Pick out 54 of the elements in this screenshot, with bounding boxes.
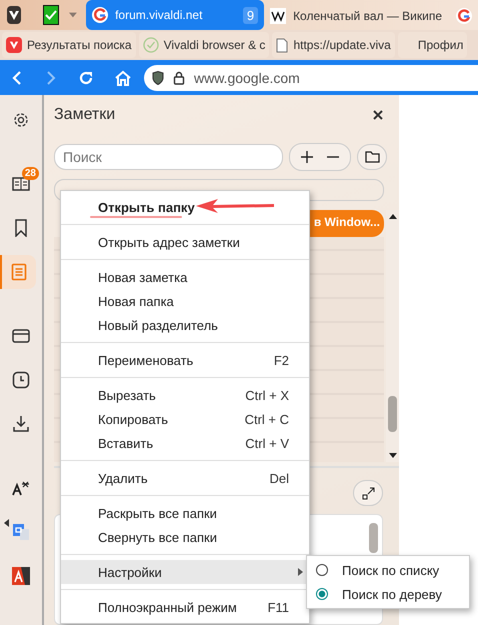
menu-item[interactable]: Вырезать Ctrl + X xyxy=(61,383,309,407)
page-icon xyxy=(276,38,288,52)
address-field[interactable]: www.google.com xyxy=(144,64,478,90)
colored-ring-icon xyxy=(92,7,108,23)
back-icon[interactable] xyxy=(10,70,24,86)
vivaldi-icon xyxy=(6,37,22,53)
reload-icon[interactable] xyxy=(78,70,94,86)
plus-icon xyxy=(301,151,313,163)
zigzag-icon xyxy=(270,8,286,24)
bookmark[interactable]: Результаты поиска xyxy=(2,32,136,58)
expand-button[interactable] xyxy=(353,480,383,506)
search-field[interactable]: Поиск xyxy=(54,144,283,170)
folder-button[interactable] xyxy=(357,144,387,170)
browser-tab[interactable]: Коленчатый вал — Википе xyxy=(264,1,448,30)
collapse-arrow-icon[interactable] xyxy=(4,519,9,527)
book-icon[interactable] xyxy=(12,176,30,192)
menu-item[interactable]: Раскрыть все папки xyxy=(61,501,309,525)
submenu-arrow-icon xyxy=(298,568,303,576)
colored-ring-icon xyxy=(456,8,472,24)
check-circle-icon xyxy=(142,37,159,53)
menu-item[interactable]: Вставить Ctrl + V xyxy=(61,431,309,455)
bookmark[interactable]: Профил xyxy=(398,32,468,58)
menu-item[interactable]: Свернуть все папки xyxy=(61,525,309,549)
menu-item[interactable]: Переименовать F2 xyxy=(61,348,309,372)
checkmark-icon[interactable] xyxy=(43,5,60,25)
menu-item[interactable]: Настройки xyxy=(61,560,309,584)
scrollbar-thumb[interactable] xyxy=(388,396,397,432)
menu-item[interactable]: Полноэкранный режим F11 xyxy=(61,595,309,619)
menu-item[interactable]: Открыть адрес заметки xyxy=(61,230,309,254)
scrollbar-thumb[interactable] xyxy=(369,523,378,553)
bookmark[interactable]: Vivaldi browser & c xyxy=(138,32,270,58)
radio-option[interactable]: Поиск по списку xyxy=(307,558,469,582)
scroll-down-icon[interactable] xyxy=(388,453,396,458)
menu-item[interactable]: Новая папка xyxy=(61,289,309,313)
bookmark[interactable]: https://update.viva xyxy=(272,32,395,58)
count-badge: 28 xyxy=(22,167,39,180)
shield-icon xyxy=(152,70,164,84)
vivaldi-logo-icon[interactable] xyxy=(7,6,22,24)
menu-item[interactable]: Удалить Del xyxy=(61,466,309,490)
home-icon[interactable] xyxy=(114,70,132,86)
expand-icon xyxy=(362,486,374,500)
radio-option[interactable]: Поиск по дереву xyxy=(307,582,469,606)
lock-icon xyxy=(173,70,185,84)
menu-item[interactable]: Новый разделитель xyxy=(61,313,309,337)
menu-item[interactable]: Новая заметка xyxy=(61,265,309,289)
folder-icon xyxy=(364,151,380,163)
browser-tab[interactable]: forum.vivaldi.net 9 xyxy=(86,0,264,30)
dropdown-icon[interactable] xyxy=(69,12,78,18)
menu-item[interactable]: Открыть папку xyxy=(61,195,309,219)
panel-title: Заметки xyxy=(54,106,116,124)
scroll-up-icon[interactable] xyxy=(388,214,396,219)
close-icon[interactable] xyxy=(373,110,383,120)
tab-count-badge: 9 xyxy=(242,6,258,24)
menu-item[interactable]: Копировать Ctrl + C xyxy=(61,407,309,431)
